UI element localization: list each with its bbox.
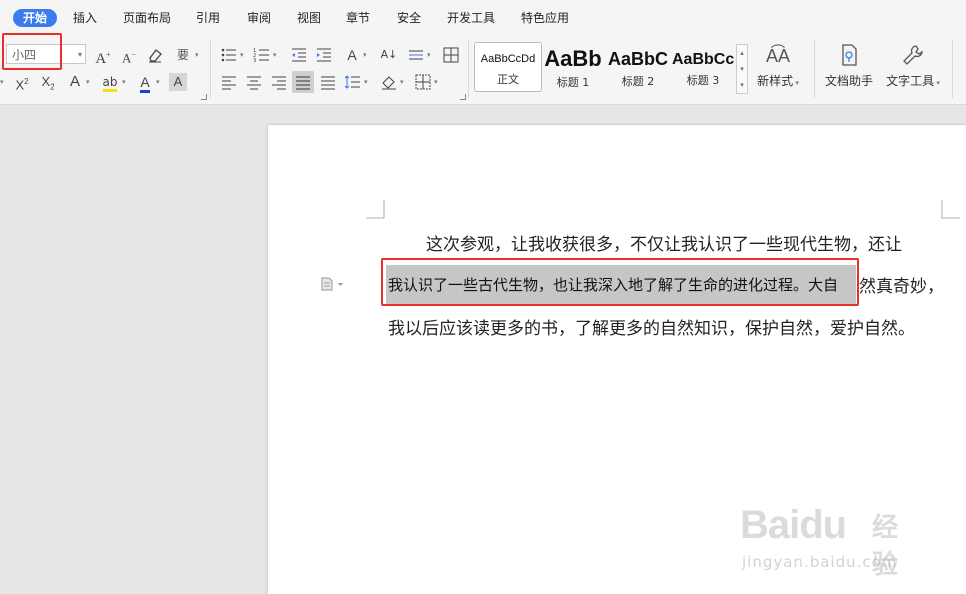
style-name: 标题 2 — [621, 75, 655, 88]
annotation-box-selection — [381, 258, 859, 306]
chevron-down-icon[interactable]: ▾ — [86, 73, 90, 91]
shading-icon[interactable] — [380, 73, 398, 91]
align-left-icon[interactable] — [220, 73, 238, 91]
doc-assistant-icon — [822, 42, 876, 68]
new-style-icon: A͡A — [765, 46, 790, 66]
chevron-down-icon[interactable]: ▾ — [122, 73, 126, 91]
paragraph-dialog-launcher[interactable] — [460, 94, 466, 100]
separator — [814, 40, 815, 98]
paragraph-line: 我以后应该读更多的书，了解更多的自然知识，保护自然，爱护自然。 — [388, 319, 915, 339]
border-icon[interactable] — [414, 73, 432, 91]
align-right-icon[interactable] — [270, 73, 288, 91]
style-name: 正文 — [497, 73, 519, 86]
chevron-down-icon[interactable]: ▾ — [240, 46, 244, 64]
tab-developer[interactable]: 开发工具 — [447, 9, 495, 27]
text-direction-icon[interactable]: A — [343, 46, 361, 64]
tab-page-layout[interactable]: 页面布局 — [123, 9, 171, 27]
tab-insert[interactable]: 插入 — [73, 9, 97, 27]
doc-assistant-button[interactable]: 文档助手 — [822, 42, 876, 89]
chevron-down-icon[interactable]: ▾ — [364, 73, 368, 91]
paragraph-line: 这次参观，让我收获很多，不仅让我认识了一些现代生物，还让 — [426, 235, 902, 255]
margin-corner-mark — [366, 200, 385, 219]
doc-assistant-label: 文档助手 — [824, 74, 873, 88]
line-spacing-arrows-icon[interactable] — [407, 46, 425, 64]
text-tools-label: 文字工具 — [886, 74, 935, 88]
tab-review[interactable]: 审阅 — [247, 9, 271, 27]
text-effect-icon[interactable]: A — [66, 73, 84, 91]
style-sample: AaBbC — [607, 49, 668, 69]
separator — [952, 40, 953, 98]
chevron-down-icon[interactable]: ▾ — [427, 46, 431, 64]
chevron-down-icon[interactable]: ▾ — [363, 46, 367, 64]
chevron-down-icon[interactable]: ▾ — [273, 46, 277, 64]
ribbon-toolbar: 小四 ▾ A+ A− 要 ▾ ▾ X2 X2 A ▾ ab ▾ A ▾ A ▾ … — [0, 33, 966, 105]
font-dialog-launcher[interactable] — [201, 94, 207, 100]
wrench-icon — [882, 42, 944, 68]
style-heading-3[interactable]: AaBbCc 标题 3 — [672, 42, 734, 92]
svg-text:3: 3 — [253, 58, 256, 64]
tab-home[interactable]: 开始 — [13, 9, 58, 27]
style-heading-1[interactable]: AaBb 标题 1 — [542, 42, 604, 92]
chevron-down-icon[interactable]: ▾ — [78, 45, 82, 65]
chevron-down-icon[interactable]: ▾ — [156, 73, 160, 91]
style-name: 标题 1 — [556, 76, 590, 89]
tab-security[interactable]: 安全 — [397, 9, 421, 27]
style-heading-2[interactable]: AaBbC 标题 2 — [606, 42, 670, 92]
shrink-font-icon[interactable]: A− — [120, 46, 138, 65]
distributed-align-icon[interactable] — [319, 73, 337, 91]
justify-icon[interactable] — [292, 71, 314, 93]
highlight-icon[interactable]: ab — [101, 73, 119, 92]
sort-icon[interactable]: A↓ — [380, 46, 398, 64]
paragraph-line: 然真奇妙， — [859, 277, 944, 297]
chevron-down-icon[interactable]: ▾ — [434, 73, 438, 91]
tab-special-apps[interactable]: 特色应用 — [521, 9, 569, 27]
paragraph-handle-icon[interactable] — [321, 276, 345, 291]
style-sample: AaBbCc — [672, 51, 734, 68]
font-color-icon[interactable]: A — [136, 73, 154, 93]
style-name: 标题 3 — [686, 74, 720, 87]
superscript-icon[interactable]: X2 — [13, 73, 31, 92]
tab-references[interactable]: 引用 — [196, 9, 220, 27]
style-normal[interactable]: AaBbCcDd 正文 — [474, 42, 542, 92]
increase-indent-icon[interactable] — [315, 46, 333, 64]
grow-font-icon[interactable]: A+ — [94, 46, 112, 67]
numbered-list-icon[interactable]: 123 — [253, 46, 271, 64]
chevron-down-icon[interactable]: ▾ — [400, 73, 404, 91]
annotation-box-font-size — [2, 33, 62, 70]
watermark: Baidu 经验 jingyan.baidu.com — [740, 487, 920, 580]
watermark-brand: Baidu — [740, 503, 847, 547]
subscript-icon[interactable]: X2 — [39, 73, 57, 92]
gallery-scroll[interactable]: ▴ ▾ ▾ — [736, 44, 748, 94]
tab-view[interactable]: 视图 — [297, 9, 321, 27]
text-tools-button[interactable]: 文字工具 ▾ — [882, 42, 944, 89]
style-sample: AaBbCcDd — [480, 53, 536, 65]
style-gallery: AaBbCcDd 正文 AaBb 标题 1 AaBbC 标题 2 AaBbCc … — [474, 42, 748, 98]
table-grid-icon[interactable] — [442, 46, 460, 64]
new-style-button[interactable]: A͡A 新样式 ▾ — [756, 42, 800, 89]
margin-corner-mark — [941, 200, 960, 219]
separator — [210, 40, 211, 98]
separator — [468, 40, 469, 98]
clear-format-icon[interactable] — [146, 46, 164, 64]
chevron-down-icon[interactable]: ▾ — [0, 73, 4, 91]
menu-bar: 开始 插入 页面布局 引用 审阅 视图 章节 安全 开发工具 特色应用 — [0, 0, 966, 36]
decrease-indent-icon[interactable] — [290, 46, 308, 64]
new-style-label: 新样式 — [757, 74, 794, 88]
char-shading-icon[interactable]: A — [169, 73, 187, 91]
line-spacing-icon[interactable] — [344, 73, 362, 91]
chevron-down-icon[interactable]: ▾ — [195, 46, 199, 64]
tab-chapter[interactable]: 章节 — [346, 9, 370, 27]
align-center-icon[interactable] — [245, 73, 263, 91]
bullet-list-icon[interactable] — [220, 46, 238, 64]
watermark-url: jingyan.baidu.com — [742, 553, 898, 571]
phonetic-guide-icon[interactable]: 要 — [174, 46, 192, 64]
style-sample: AaBb — [544, 46, 602, 71]
